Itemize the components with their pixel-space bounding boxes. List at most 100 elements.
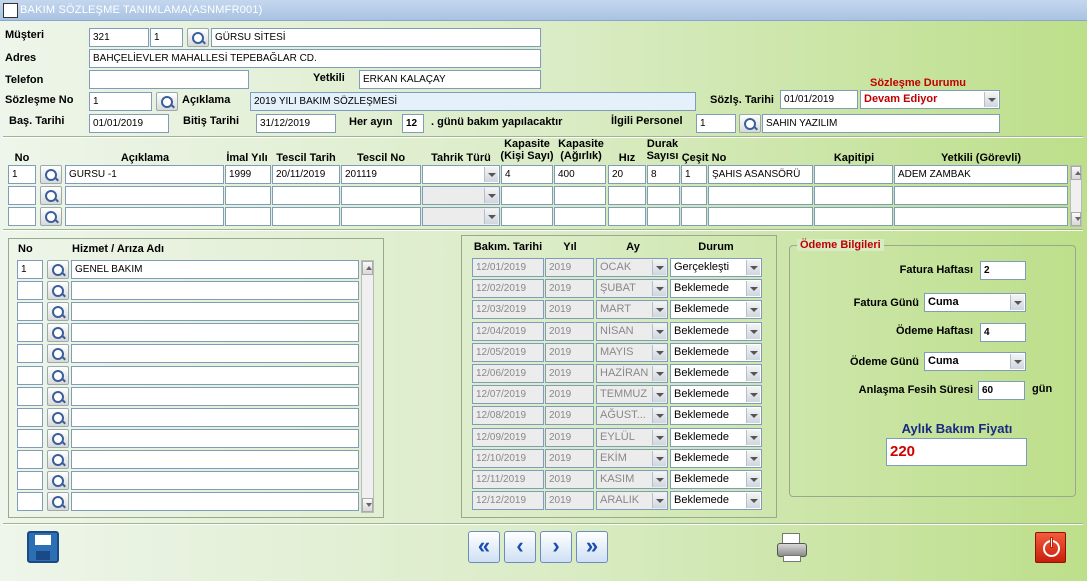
payment-day-select[interactable]: Cuma [924,352,1026,371]
elev-row-type-code[interactable] [681,207,707,226]
service-row-name[interactable] [71,492,359,512]
elev-row-search-icon[interactable] [40,165,62,184]
elev-row-description[interactable]: GURSU -1 [65,165,224,184]
service-row-name[interactable] [71,428,359,448]
elev-row-year[interactable]: 1999 [225,165,271,184]
next-record-button[interactable]: › [540,531,572,563]
exit-icon[interactable] [1035,532,1066,563]
schedule-row-status-select[interactable]: Gerçekleşti [670,258,762,277]
personnel-code-field[interactable]: 1 [696,114,736,133]
customer-search-icon[interactable] [187,28,209,47]
service-row-search-icon[interactable] [47,492,69,512]
schedule-row-status-select[interactable]: Beklemede [670,279,762,299]
service-row-no[interactable] [17,407,43,427]
invoice-week-field[interactable]: 2 [980,261,1026,280]
scroll-down-icon[interactable] [1071,212,1081,226]
elev-row-reg-date[interactable] [272,186,340,205]
service-row-no[interactable] [17,471,43,490]
elevator-grid-scrollbar[interactable] [1070,165,1082,227]
elev-row-year[interactable] [225,186,271,205]
elev-row-speed[interactable]: 20 [608,165,646,184]
elev-row-type-name[interactable]: ŞAHIS ASANSÖRÜ [708,165,813,184]
elev-row-no[interactable] [8,186,36,205]
service-row-search-icon[interactable] [47,260,69,279]
print-icon[interactable] [776,533,808,563]
elev-row-type-code[interactable]: 1 [681,165,707,184]
elev-row-weight[interactable] [554,186,606,205]
elev-row-drive-select[interactable] [422,207,500,226]
service-row-name[interactable] [71,386,359,406]
scroll-up-icon[interactable] [362,261,373,275]
elev-row-stops[interactable] [647,207,680,226]
last-record-button[interactable]: » [576,531,608,563]
phone-field[interactable] [89,70,249,89]
elev-row-stops[interactable]: 8 [647,165,680,184]
elev-row-authorized[interactable] [894,207,1068,226]
service-row-search-icon[interactable] [47,323,69,343]
elev-row-drive-select[interactable] [422,186,500,205]
service-row-name[interactable]: GENEL BAKIM [71,260,359,279]
scroll-down-icon[interactable] [362,498,373,512]
service-row-search-icon[interactable] [47,281,69,301]
service-row-search-icon[interactable] [47,449,69,469]
service-row-no[interactable] [17,386,43,406]
service-row-search-icon[interactable] [47,365,69,385]
maintenance-day-field[interactable]: 12 [402,114,424,133]
service-row-no[interactable] [17,449,43,469]
elev-row-reg-date[interactable]: 20/11/2019 [272,165,340,184]
service-row-search-icon[interactable] [47,302,69,322]
service-row-no[interactable] [17,281,43,301]
schedule-row-status-select[interactable]: Beklemede [670,491,762,511]
service-row-name[interactable] [71,323,359,343]
elev-row-type-name[interactable] [708,186,813,205]
elev-row-authorized[interactable] [894,186,1068,205]
elev-row-door-type[interactable] [814,186,893,205]
service-row-no[interactable] [17,323,43,343]
elev-row-persons[interactable] [501,186,553,205]
contract-no-field[interactable]: 1 [89,92,152,111]
service-row-no[interactable] [17,302,43,322]
service-row-name[interactable] [71,449,359,469]
contract-status-select[interactable]: Devam Ediyor [860,90,1000,109]
elev-row-year[interactable] [225,207,271,226]
service-row-no[interactable]: 1 [17,260,43,279]
authorized-field[interactable]: ERKAN KALAÇAY [359,70,541,89]
elev-row-persons[interactable] [501,207,553,226]
elev-row-search-icon[interactable] [40,186,62,205]
elev-row-drive-select[interactable] [422,165,500,184]
service-row-no[interactable] [17,428,43,448]
elev-row-reg-no[interactable] [341,186,421,205]
elev-row-type-name[interactable] [708,207,813,226]
schedule-row-status-select[interactable]: Beklemede [670,385,762,405]
customer-code-field[interactable]: 321 [89,28,149,47]
save-icon[interactable] [27,531,59,563]
elev-row-door-type[interactable] [814,165,893,184]
services-scrollbar[interactable] [361,260,374,513]
address-field[interactable]: BAHÇELİEVLER MAHALLESİ TEPEBAĞLAR CD. [89,49,541,68]
service-row-search-icon[interactable] [47,428,69,448]
elev-row-description[interactable] [65,207,224,226]
customer-name-field[interactable]: GÜRSU SİTESİ [211,28,541,47]
elev-row-reg-no[interactable]: 201119 [341,165,421,184]
service-row-no[interactable] [17,365,43,385]
personnel-name-field[interactable]: SAHIN YAZILIM [762,114,1000,133]
elev-row-reg-no[interactable] [341,207,421,226]
schedule-row-status-select[interactable]: Beklemede [670,300,762,320]
elev-row-persons[interactable]: 4 [501,165,553,184]
schedule-row-status-select[interactable]: Beklemede [670,364,762,383]
elev-row-weight[interactable] [554,207,606,226]
service-row-search-icon[interactable] [47,407,69,427]
contract-date-field[interactable]: 01/01/2019 [780,90,858,109]
service-row-search-icon[interactable] [47,344,69,364]
service-row-name[interactable] [71,365,359,385]
start-date-field[interactable]: 01/01/2019 [89,114,169,133]
schedule-row-status-select[interactable]: Beklemede [670,406,762,426]
service-row-no[interactable] [17,344,43,364]
customer-branch-field[interactable]: 1 [150,28,183,47]
elev-row-door-type[interactable] [814,207,893,226]
schedule-row-status-select[interactable]: Beklemede [670,321,762,341]
termination-field[interactable]: 60 [978,381,1025,400]
elev-row-reg-date[interactable] [272,207,340,226]
elev-row-no[interactable]: 1 [8,165,36,184]
scroll-up-icon[interactable] [1071,166,1081,180]
